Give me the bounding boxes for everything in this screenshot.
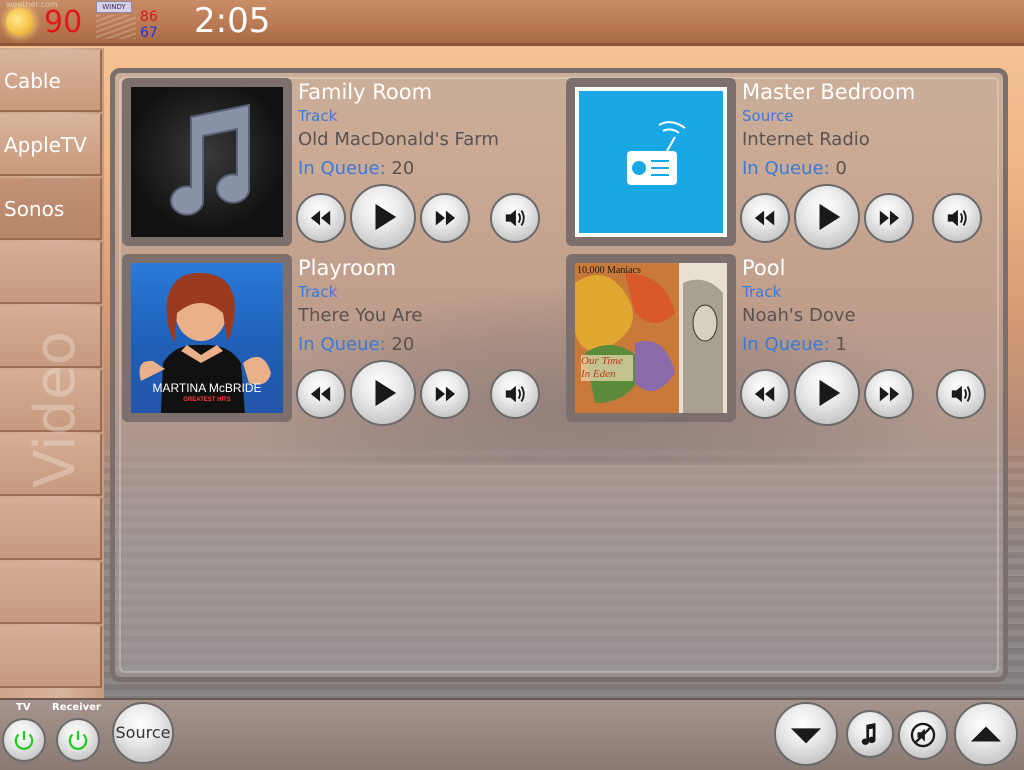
zone-pool: 10,000 Maniacs Our Time In Eden Pool Tra… <box>566 254 996 426</box>
album-artist: MARTINA McBRIDE <box>152 381 262 395</box>
queue-count: 20 <box>391 158 415 179</box>
album-title: GREATEST HITS <box>183 397 231 403</box>
wind-lines-icon <box>96 15 136 39</box>
queue-info: In Queue: 20 <box>298 154 548 184</box>
previous-button[interactable] <box>296 369 346 419</box>
next-button[interactable] <box>420 369 470 419</box>
album-art-frame <box>122 78 292 246</box>
current-temperature: 90 <box>44 5 83 40</box>
zone-track: Noah's Dove <box>742 305 856 326</box>
tv-power-button[interactable] <box>2 718 46 762</box>
sidebar-empty-slot <box>0 626 102 688</box>
zone-mode-label: Source <box>742 107 794 125</box>
volume-button[interactable] <box>932 193 982 243</box>
source-button-label: Source <box>115 723 171 742</box>
temperature-low: 67 <box>140 25 158 41</box>
sun-icon <box>6 8 34 36</box>
volume-button[interactable] <box>936 369 986 419</box>
previous-button[interactable] <box>740 193 790 243</box>
mute-button[interactable] <box>898 710 948 760</box>
next-button[interactable] <box>864 369 914 419</box>
sidebar-tab-appletv[interactable]: AppleTV <box>0 114 102 176</box>
sidebar-tab-sonos[interactable]: Sonos <box>0 178 102 240</box>
zone-track: There You Are <box>298 305 423 326</box>
zone-master-bedroom: Master Bedroom Source Internet Radio In … <box>566 78 996 250</box>
music-note-icon <box>861 723 876 745</box>
temperature-high: 86 <box>140 9 158 25</box>
queue-count: 1 <box>835 334 847 355</box>
power-icon <box>14 730 34 750</box>
music-button[interactable] <box>846 710 894 758</box>
sidebar-empty-slot <box>0 498 102 560</box>
album-artist: 10,000 Maniacs <box>577 265 641 276</box>
zone-source: Internet Radio <box>742 129 870 150</box>
album-art-frame <box>566 78 736 246</box>
previous-button[interactable] <box>740 369 790 419</box>
power-icon <box>68 730 88 750</box>
album-title: Our Time In Eden <box>581 355 633 381</box>
mute-icon <box>910 722 936 748</box>
receiver-label: Receiver <box>52 702 101 713</box>
zone-mode-label: Track <box>298 107 338 125</box>
arrow-down-icon <box>791 728 821 744</box>
zone-playroom: MARTINA McBRIDE GREATEST HITS Playroom T… <box>122 254 552 426</box>
queue-info: In Queue: 20 <box>298 330 548 360</box>
zone-track: Old MacDonald's Farm <box>298 129 499 150</box>
zone-name: Master Bedroom <box>742 80 916 104</box>
play-button[interactable] <box>350 360 416 426</box>
zone-name: Playroom <box>298 256 397 280</box>
scroll-up-button[interactable] <box>954 702 1018 766</box>
queue-count: 20 <box>391 334 415 355</box>
radio-art <box>575 87 727 237</box>
status-bar: weather.com 90 WINDY 86 67 2:05 <box>0 0 1024 46</box>
scroll-down-button[interactable] <box>774 702 838 766</box>
previous-button[interactable] <box>296 193 346 243</box>
sidebar-watermark: Video <box>26 331 86 488</box>
queue-label: In Queue: <box>742 158 830 179</box>
zone-name: Pool <box>742 256 786 280</box>
queue-info: In Queue: 0 <box>742 154 992 184</box>
play-button[interactable] <box>350 184 416 250</box>
next-button[interactable] <box>864 193 914 243</box>
album-cover: 10,000 Maniacs Our Time In Eden <box>575 263 727 413</box>
music-note-icon <box>131 87 283 237</box>
source-button[interactable]: Source <box>112 702 174 764</box>
zone-family-room: Family Room Track Old MacDonald's Farm I… <box>122 78 552 250</box>
album-art-frame: 10,000 Maniacs Our Time In Eden <box>566 254 736 422</box>
album-cover: MARTINA McBRIDE GREATEST HITS <box>131 263 283 413</box>
album-art-frame: MARTINA McBRIDE GREATEST HITS <box>122 254 292 422</box>
queue-label: In Queue: <box>298 334 386 355</box>
queue-count: 0 <box>835 158 847 179</box>
tv-label: TV <box>16 702 31 713</box>
zone-name: Family Room <box>298 80 433 104</box>
volume-button[interactable] <box>490 193 540 243</box>
zone-mode-label: Track <box>742 283 782 301</box>
sidebar-empty-slot <box>0 562 102 624</box>
windy-icon: WINDY <box>96 1 132 13</box>
sidebar: Cable AppleTV Sonos Video <box>0 48 104 698</box>
next-button[interactable] <box>420 193 470 243</box>
play-button[interactable] <box>794 184 860 250</box>
clock: 2:05 <box>194 1 271 41</box>
queue-label: In Queue: <box>742 334 830 355</box>
play-button[interactable] <box>794 360 860 426</box>
zone-mode-label: Track <box>298 283 338 301</box>
receiver-power-button[interactable] <box>56 718 100 762</box>
volume-button[interactable] <box>490 369 540 419</box>
queue-label: In Queue: <box>298 158 386 179</box>
sidebar-tab-cable[interactable]: Cable <box>0 50 102 112</box>
arrow-up-icon <box>971 726 1001 742</box>
queue-info: In Queue: 1 <box>742 330 992 360</box>
